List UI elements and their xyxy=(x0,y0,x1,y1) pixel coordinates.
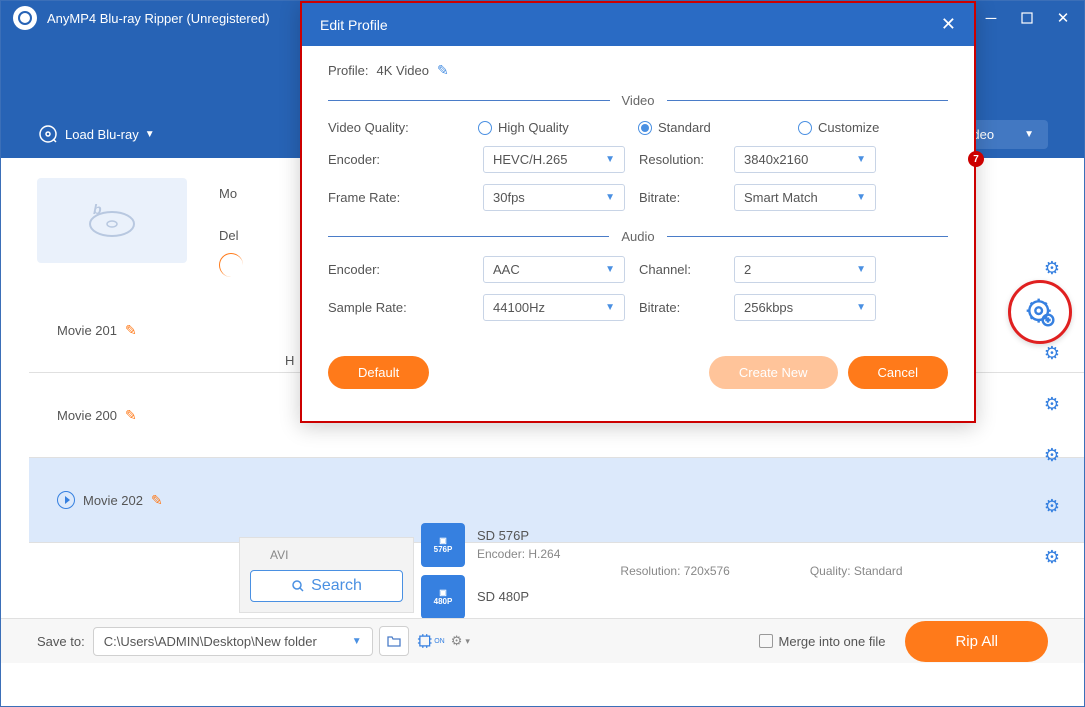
load-bluray-button[interactable]: Load Blu-ray ▼ xyxy=(37,123,155,145)
svg-text:b: b xyxy=(93,202,102,217)
merge-checkbox[interactable] xyxy=(759,634,773,648)
audio-encoder-select[interactable]: AAC▼ xyxy=(483,256,625,283)
chevron-down-icon: ▼ xyxy=(352,636,362,647)
disc-icon xyxy=(37,123,59,145)
settings-gear-icon[interactable]: ⚙ xyxy=(1044,496,1060,517)
quality-custom-radio[interactable]: Customize xyxy=(798,120,948,135)
maximize-button[interactable] xyxy=(1018,12,1036,24)
channel-select[interactable]: 2▼ xyxy=(734,256,876,283)
audio-bitrate-select[interactable]: 256kbps▼ xyxy=(734,294,876,321)
play-icon[interactable] xyxy=(57,491,75,509)
quality-standard-radio[interactable]: Standard xyxy=(638,120,788,135)
app-logo xyxy=(13,6,37,30)
edit-icon[interactable]: ✎ xyxy=(125,407,137,424)
dialog-title: Edit Profile xyxy=(320,17,388,33)
dialog-close-button[interactable]: ✕ xyxy=(941,14,956,35)
settings-gear-icon[interactable]: ⚙ xyxy=(1044,547,1060,568)
chevron-down-icon: ▼ xyxy=(1024,129,1034,140)
step-badge: 7 xyxy=(968,151,984,167)
settings-button[interactable]: ⚙▾ xyxy=(451,633,470,649)
bluray-disc-icon: b xyxy=(87,202,137,240)
framerate-select[interactable]: 30fps▼ xyxy=(483,184,625,211)
resolution-select[interactable]: 3840x2160▼ xyxy=(734,146,876,173)
edit-icon[interactable]: ✎ xyxy=(151,492,163,509)
default-button[interactable]: Default xyxy=(328,356,429,389)
edit-profile-icon[interactable]: ✎ xyxy=(437,62,449,79)
quality-high-radio[interactable]: High Quality xyxy=(478,120,628,135)
search-icon xyxy=(291,579,305,593)
gear-plus-icon xyxy=(1024,296,1056,328)
video-bitrate-select[interactable]: Smart Match▼ xyxy=(734,184,876,211)
minimize-button[interactable]: ─ xyxy=(982,10,1000,27)
edit-icon[interactable]: ✎ xyxy=(125,322,137,339)
video-encoder-select[interactable]: HEVC/H.265▼ xyxy=(483,146,625,173)
bluray-thumbnail: b xyxy=(37,178,187,263)
chevron-down-icon: ▼ xyxy=(145,129,155,140)
open-folder-button[interactable] xyxy=(379,626,409,656)
save-path-select[interactable]: C:\Users\ADMIN\Desktop\New folder ▼ xyxy=(93,627,373,656)
samplerate-select[interactable]: 44100Hz▼ xyxy=(483,294,625,321)
settings-gear-icon[interactable]: ⚙ xyxy=(1044,445,1060,466)
cancel-button[interactable]: Cancel xyxy=(848,356,948,389)
format-badge: ▣576P xyxy=(421,523,465,567)
edit-profile-dialog: Edit Profile ✕ Profile: 4K Video ✎ Video… xyxy=(300,1,976,423)
settings-gear-icon[interactable]: ⚙ xyxy=(1044,394,1060,415)
custom-profile-button[interactable] xyxy=(1008,280,1072,344)
window-title: AnyMP4 Blu-ray Ripper (Unregistered) xyxy=(47,11,270,26)
save-to-label: Save to: xyxy=(37,634,85,649)
format-row: ▣576P SD 576P Encoder: H.264 ▣480P SD 48… xyxy=(421,528,1014,613)
settings-gear-icon[interactable]: ⚙ xyxy=(1044,258,1060,279)
rip-all-button[interactable]: Rip All xyxy=(905,621,1048,662)
settings-gear-icon[interactable]: ⚙ xyxy=(1044,343,1060,364)
close-button[interactable]: ✕ xyxy=(1054,9,1072,27)
create-new-button[interactable]: Create New xyxy=(709,356,838,389)
search-panel: AVI Search xyxy=(239,537,414,613)
bottom-bar: Save to: C:\Users\ADMIN\Desktop\New fold… xyxy=(1,618,1084,663)
search-button[interactable]: Search xyxy=(250,570,403,602)
hardware-accel-button[interactable]: ON xyxy=(415,626,445,656)
format-badge: ▣480P xyxy=(421,575,465,619)
